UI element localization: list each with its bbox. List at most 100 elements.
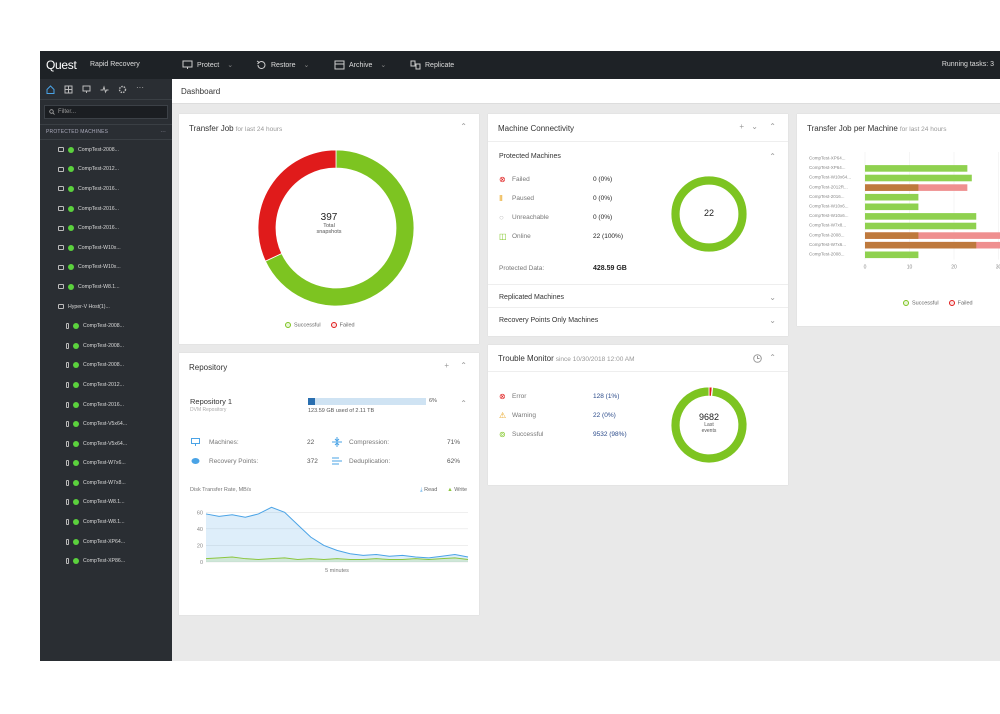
disk-transfer-chart: 60 40 20 0 5 minutes	[197, 506, 469, 574]
status-label: Paused	[512, 195, 535, 202]
chevron-down-icon[interactable]: ⌄	[769, 293, 776, 302]
recovery-points-only-machines[interactable]: Recovery Points Only Machines	[499, 317, 598, 324]
vm-name: CompTest-W7x6...	[83, 460, 126, 467]
x-tick-label: 10	[907, 265, 913, 271]
machine-label: CompTest-2008...	[809, 232, 845, 237]
status-online-icon	[68, 205, 74, 212]
sidebar-machine-item[interactable]: CompTest-2016...	[40, 218, 172, 238]
sidebar-vm-item[interactable]: CompTest-W8.1...	[40, 512, 172, 532]
machine-label: CompTest-W7x6...	[809, 242, 846, 247]
sidebar-machine-item[interactable]: CompTest-W10x...	[40, 238, 172, 258]
chevron-down-icon: ⌄	[303, 62, 310, 69]
filter-input[interactable]: Filter...	[44, 105, 168, 119]
repository-card: Repository + ⌃ Repository 1 DVM Reposito…	[179, 353, 479, 615]
monitor-icon[interactable]	[82, 85, 91, 94]
sidebar-vm-item[interactable]: CompTest-V5x64...	[40, 434, 172, 454]
bar-successful	[865, 193, 919, 201]
success-icon: ⊚	[499, 430, 506, 439]
chevron-down-icon[interactable]: ⌄	[769, 316, 776, 325]
sidebar-vm-item[interactable]: CompTest-W7x8...	[40, 473, 172, 493]
collapse-icon[interactable]: ⌃	[769, 353, 776, 362]
y-tick-label: 20	[197, 543, 203, 549]
add-icon[interactable]: +	[444, 361, 449, 370]
machine-name: CompTest-W10x...	[78, 264, 121, 271]
legend-successful-label: Successful	[294, 322, 321, 329]
sidebar-vm-item[interactable]: CompTest-2008...	[40, 316, 172, 336]
clock-icon[interactable]	[753, 354, 762, 363]
sidebar-machine-item[interactable]: CompTest-2012...	[40, 160, 172, 180]
nav-archive[interactable]: Archive ⌄	[334, 60, 386, 70]
sidebar-toolbar: ···	[40, 79, 172, 100]
status-online-icon	[68, 185, 74, 192]
event-value: 9532 (98%)	[593, 431, 627, 438]
sidebar-vm-item[interactable]: CompTest-XP64...	[40, 532, 172, 552]
sidebar-machine-item[interactable]: CompTest-2016...	[40, 179, 172, 199]
sidebar-vm-item[interactable]: CompTest-XP86...	[40, 551, 172, 571]
sidebar-vm-item[interactable]: CompTest-W7x6...	[40, 454, 172, 474]
running-tasks[interactable]: Running tasks: 3	[942, 61, 994, 68]
sidebar-machine-item[interactable]: CompTest-2008...	[40, 140, 172, 160]
home-icon[interactable]	[46, 84, 55, 94]
nav-replicate[interactable]: Replicate	[410, 60, 454, 70]
add-icon[interactable]: +	[739, 122, 744, 131]
machine-label: CompTest-2012R...	[809, 184, 848, 189]
trouble-subtitle: since 10/30/2018 12:00 AM	[555, 356, 635, 363]
activity-icon[interactable]	[100, 84, 109, 94]
event-value: 128 (1%)	[593, 393, 620, 400]
vm-icon	[66, 342, 69, 349]
vm-name: CompTest-V5x64...	[83, 440, 128, 447]
total-label-2: snapshots	[316, 229, 342, 235]
sidebar-vm-item[interactable]: CompTest-2012...	[40, 375, 172, 395]
sidebar-vm-item[interactable]: CompTest-W8.1...	[40, 493, 172, 513]
legend-write-label: Write	[454, 487, 467, 493]
replicated-machines[interactable]: Replicated Machines	[499, 294, 564, 301]
transfer-title: Transfer Job	[189, 124, 234, 133]
more-icon[interactable]: ···	[136, 83, 145, 94]
trouble-total: 9682	[698, 412, 720, 422]
sidebar-machine-item[interactable]: CompTest-W8.1...	[40, 277, 172, 297]
sidebar-vm-item[interactable]: CompTest-2008...	[40, 336, 172, 356]
collapse-icon[interactable]: ⌃	[460, 399, 467, 408]
nav-protect[interactable]: Protect ⌄	[182, 60, 233, 70]
sidebar-machine-item[interactable]: CompTest-W10x...	[40, 258, 172, 278]
sidebar-vm-item[interactable]: CompTest-2016...	[40, 395, 172, 415]
collapse-icon[interactable]: ⌃	[769, 122, 776, 131]
search-icon	[49, 109, 55, 115]
vm-name: CompTest-W8.1...	[83, 499, 125, 506]
grid-icon[interactable]	[64, 85, 73, 94]
machine-name: CompTest-2016...	[78, 205, 119, 212]
sidebar: ··· Filter... PROTECTED MACHINES ··· Com…	[40, 79, 172, 661]
nav-archive-label: Archive	[349, 61, 373, 69]
sidebar-machine-item[interactable]: CompTest-2016...	[40, 199, 172, 219]
sidebar-vm-item[interactable]: CompTest-V5x64...	[40, 414, 172, 434]
protected-machines-section[interactable]: PROTECTED MACHINES ···	[40, 124, 172, 140]
repository-title: Repository	[189, 363, 228, 372]
more-icon[interactable]: ···	[160, 129, 166, 135]
collapse-icon[interactable]: ⌃	[460, 361, 467, 370]
area-fill-read	[206, 507, 468, 562]
protected-machines-header[interactable]: Protected Machines	[499, 153, 561, 160]
status-online-icon	[73, 558, 79, 565]
vm-icon	[66, 479, 69, 486]
event-label: Successful	[512, 431, 544, 438]
chevron-down-icon: ⌄	[380, 62, 387, 69]
sidebar-machine-item[interactable]: Hyper-V Host(1)...	[40, 297, 172, 317]
legend-successful: Successful	[903, 300, 939, 306]
vm-icon	[66, 558, 69, 565]
legend-read-label: Read	[424, 487, 438, 493]
x-tick-label: 0	[864, 265, 867, 271]
collapse-icon[interactable]: ⌃	[769, 152, 776, 161]
gear-icon[interactable]	[118, 85, 127, 94]
chevron-down-icon[interactable]: ⌄	[751, 122, 758, 131]
repository-name[interactable]: Repository 1	[190, 397, 232, 406]
nav-restore[interactable]: Restore ⌄	[256, 60, 309, 70]
recovery-points-value: 372	[307, 458, 318, 465]
machine-connectivity-card: Machine Connectivity + ⌄ ⌃ Protected Mac…	[488, 114, 788, 336]
disk-chart-legend: ⤓ Read ▲ Write	[420, 487, 467, 494]
collapse-icon[interactable]: ⌃	[460, 122, 467, 131]
top-nav-bar: Quest Rapid Recovery Protect ⌄ Restore ⌄…	[40, 51, 1000, 79]
sidebar-vm-item[interactable]: CompTest-2008...	[40, 356, 172, 376]
monitor-icon	[58, 206, 64, 212]
y-tick-label: 40	[197, 527, 203, 533]
trouble-title-wrap: Trouble Monitor since 10/30/2018 12:00 AM	[498, 354, 635, 363]
